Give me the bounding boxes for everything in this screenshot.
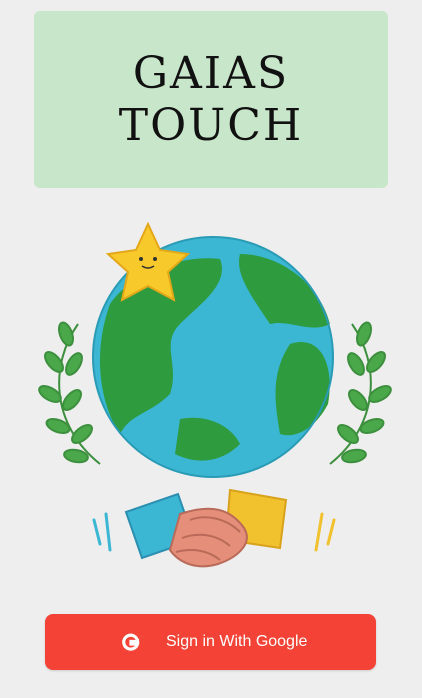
login-screen: GAIAS TOUCH Sign in With Google: [0, 0, 422, 698]
handshake-icon: [92, 488, 336, 568]
google-g-icon: [122, 633, 140, 651]
earth-hands-illustration: [38, 221, 392, 568]
laurel-right-icon: [329, 321, 392, 465]
signin-label: Sign in With Google: [166, 633, 308, 650]
app-title-line-2: TOUCH: [118, 99, 304, 151]
google-signin-button[interactable]: Sign in With Google: [45, 614, 376, 670]
title-card: GAIAS TOUCH: [34, 11, 388, 188]
laurel-left-icon: [38, 321, 101, 465]
app-title-line-1: GAIAS: [132, 47, 290, 99]
